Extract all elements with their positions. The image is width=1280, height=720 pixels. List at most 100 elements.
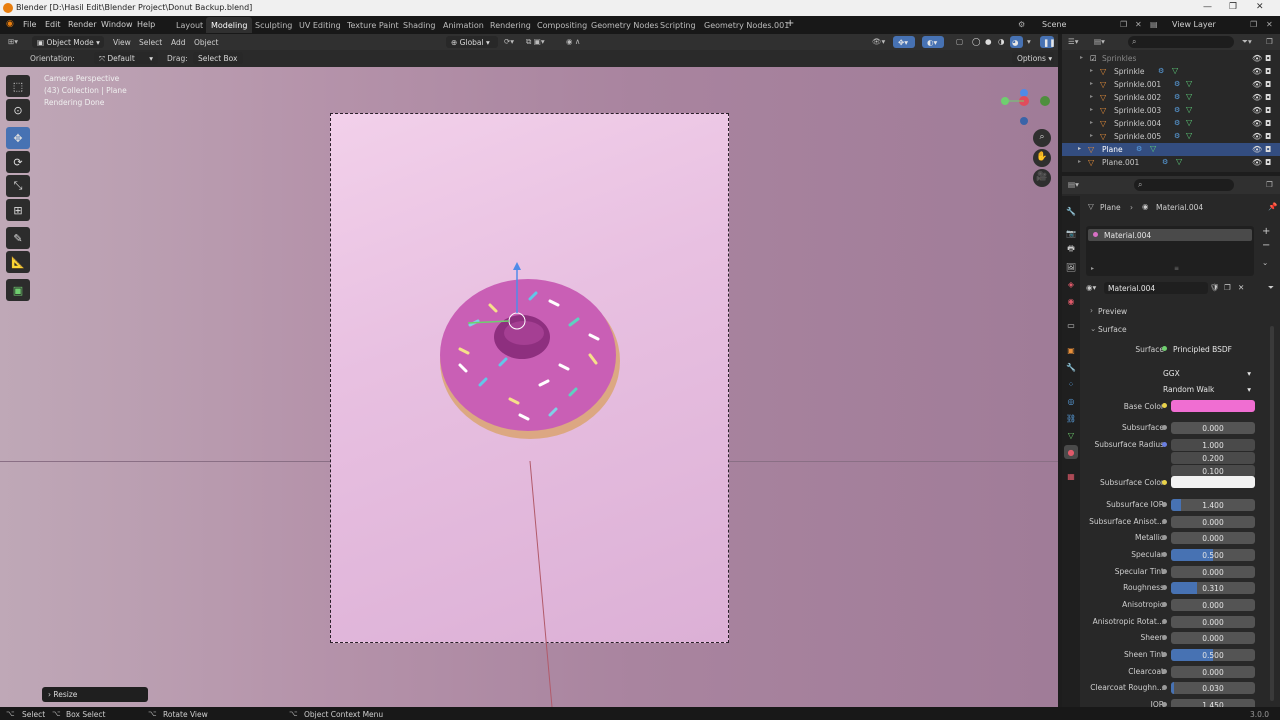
add-workspace-icon[interactable]: +: [786, 18, 794, 29]
tool-tab-icon[interactable]: 🔧: [1064, 204, 1078, 218]
tab-animation[interactable]: Animation: [438, 17, 489, 33]
render-icon[interactable]: ◘: [1265, 67, 1271, 76]
tab-modeling[interactable]: Modeling: [206, 17, 253, 33]
new-view-layer-icon[interactable]: ❐: [1250, 20, 1257, 29]
gizmo-toggle-icon[interactable]: ✥▾: [893, 36, 915, 48]
value-field[interactable]: 0.200: [1171, 452, 1255, 464]
zoom-icon[interactable]: ⌕: [1033, 129, 1051, 147]
value-field[interactable]: 0.000: [1171, 599, 1255, 611]
menu-add[interactable]: Add: [171, 38, 186, 47]
view-layer-tab-icon[interactable]: 🖼: [1064, 260, 1078, 274]
3d-viewport[interactable]: ⬚ ⊙ ✥ ⟳ ⤡ ⊞ ✎ 📐 ▣ Camera Perspective (43…: [0, 67, 1058, 707]
slot-menu-icon[interactable]: ⌄: [1262, 258, 1268, 267]
tab-shading[interactable]: Shading: [398, 17, 441, 33]
drag-dropdown[interactable]: Select Box: [193, 52, 243, 64]
value-field[interactable]: 1.000: [1171, 439, 1255, 451]
snap-icon[interactable]: ⧉ ▣▾: [526, 37, 545, 47]
menu-render[interactable]: Render: [68, 20, 96, 29]
properties-search-input[interactable]: ⌕: [1134, 179, 1234, 191]
close-icon[interactable]: ✕: [1256, 2, 1264, 12]
material-shading-icon[interactable]: ◑: [998, 37, 1005, 46]
outliner-row-sprinkle-005[interactable]: ▸ ▽ Sprinkle.005 ⚙ ▽ 👁 ◘: [1062, 130, 1280, 143]
remove-scene-icon[interactable]: ✕: [1135, 20, 1142, 29]
menu-file[interactable]: File: [23, 20, 36, 29]
value-field[interactable]: 0.310: [1171, 582, 1255, 594]
expand-icon[interactable]: ▸: [1091, 265, 1094, 272]
preview-panel-expand-icon[interactable]: ›: [1090, 306, 1093, 315]
resize-handle-icon[interactable]: ≡: [1174, 265, 1179, 272]
new-collection-icon[interactable]: ❐: [1266, 37, 1273, 46]
eye-icon[interactable]: 👁: [1252, 54, 1262, 63]
outliner-search-input[interactable]: ⌕: [1128, 36, 1234, 48]
subsurface-method-dropdown[interactable]: Random Walk ▾: [1159, 383, 1255, 395]
wireframe-shading-icon[interactable]: ◯: [972, 37, 980, 46]
expand-icon[interactable]: ▸: [1090, 119, 1093, 126]
outliner-row-sprinkle-002[interactable]: ▸ ▽ Sprinkle.002 ⚙ ▽ 👁 ◘: [1062, 91, 1280, 104]
surface-panel-expand-icon[interactable]: ⌄: [1090, 324, 1096, 333]
move-tool-icon[interactable]: ✥: [6, 127, 30, 149]
render-icon[interactable]: ◘: [1265, 132, 1271, 141]
view-layer-icon[interactable]: ▤: [1150, 20, 1158, 29]
tab-geometry-nodes-001[interactable]: Geometry Nodes.001: [699, 17, 794, 33]
shading-options-icon[interactable]: ▾: [1027, 37, 1031, 46]
checkbox-icon[interactable]: ☑: [1090, 54, 1097, 63]
expand-icon[interactable]: ▸: [1090, 80, 1093, 87]
scene-name[interactable]: Scene: [1042, 20, 1066, 29]
base-color-swatch[interactable]: [1171, 400, 1255, 412]
render-icon[interactable]: ◘: [1265, 119, 1271, 128]
expand-icon[interactable]: ▸: [1090, 67, 1093, 74]
value-field[interactable]: 0.030: [1171, 682, 1255, 694]
value-field[interactable]: 0.500: [1171, 649, 1255, 661]
tab-layout[interactable]: Layout: [171, 17, 208, 33]
physics-tab-icon[interactable]: ◎: [1064, 394, 1078, 408]
mode-dropdown[interactable]: ▣ Object Mode ▾: [32, 36, 104, 48]
outliner-editor-icon[interactable]: ☰▾: [1068, 37, 1079, 46]
eye-icon[interactable]: 👁: [1252, 119, 1262, 128]
material-slot-list[interactable]: Material.004 ▸ ≡: [1086, 226, 1254, 276]
expand-icon[interactable]: ▸: [1080, 54, 1083, 61]
surface-panel-header[interactable]: Surface: [1098, 325, 1127, 334]
value-field[interactable]: 0.000: [1171, 516, 1255, 528]
render-icon[interactable]: ◘: [1265, 145, 1271, 154]
transform-tool-icon[interactable]: ⊞: [6, 199, 30, 221]
collection-tab-icon[interactable]: ▭: [1064, 318, 1078, 332]
eye-icon[interactable]: 👁: [1252, 145, 1262, 154]
minimize-icon[interactable]: —: [1203, 2, 1212, 12]
tab-compositing[interactable]: Compositing: [532, 17, 592, 33]
eye-icon[interactable]: 👁: [1252, 93, 1262, 102]
value-field[interactable]: 0.000: [1171, 422, 1255, 434]
rotate-tool-icon[interactable]: ⟳: [6, 151, 30, 173]
tab-texture-paint[interactable]: Texture Paint: [342, 17, 404, 33]
maximize-icon[interactable]: ❐: [1229, 2, 1237, 12]
menu-edit[interactable]: Edit: [45, 20, 61, 29]
rendered-shading-icon[interactable]: ◕: [1010, 36, 1023, 48]
visibility-icon[interactable]: 👁▾: [872, 37, 885, 46]
value-field[interactable]: 1.400: [1171, 499, 1255, 511]
expand-icon[interactable]: ▸: [1090, 106, 1093, 113]
eye-icon[interactable]: 👁: [1252, 132, 1262, 141]
value-field[interactable]: 0.000: [1171, 632, 1255, 644]
expand-icon[interactable]: ▸: [1078, 158, 1081, 165]
options-dropdown[interactable]: Options ▾: [1012, 52, 1054, 64]
menu-help[interactable]: Help: [137, 20, 155, 29]
render-icon[interactable]: ◘: [1265, 158, 1271, 167]
annotate-tool-icon[interactable]: ✎: [6, 227, 30, 249]
render-tab-icon[interactable]: 📷: [1064, 226, 1078, 240]
tab-uv-editing[interactable]: UV Editing: [294, 17, 346, 33]
blender-menu-icon[interactable]: ◉: [6, 19, 14, 29]
solid-shading-icon[interactable]: ●: [985, 37, 992, 46]
texture-tab-icon[interactable]: ▦: [1064, 469, 1078, 483]
add-cube-tool-icon[interactable]: ▣: [6, 279, 30, 301]
pause-render-icon[interactable]: ❚❚: [1040, 36, 1056, 48]
render-icon[interactable]: ◘: [1265, 93, 1271, 102]
eye-icon[interactable]: 👁: [1252, 80, 1262, 89]
material-slot-row[interactable]: Material.004: [1088, 229, 1252, 241]
overlay-toggle-icon[interactable]: ◐▾: [922, 36, 944, 48]
scene-icon[interactable]: ⚙: [1018, 20, 1025, 29]
scale-tool-icon[interactable]: ⤡: [6, 175, 30, 197]
preview-panel-header[interactable]: Preview: [1098, 307, 1127, 316]
proportional-edit-icon[interactable]: ◉ ∧: [566, 37, 580, 46]
last-operator-panel[interactable]: › Resize: [42, 687, 148, 702]
menu-window[interactable]: Window: [101, 20, 133, 29]
tab-geometry-nodes[interactable]: Geometry Nodes: [586, 17, 663, 33]
